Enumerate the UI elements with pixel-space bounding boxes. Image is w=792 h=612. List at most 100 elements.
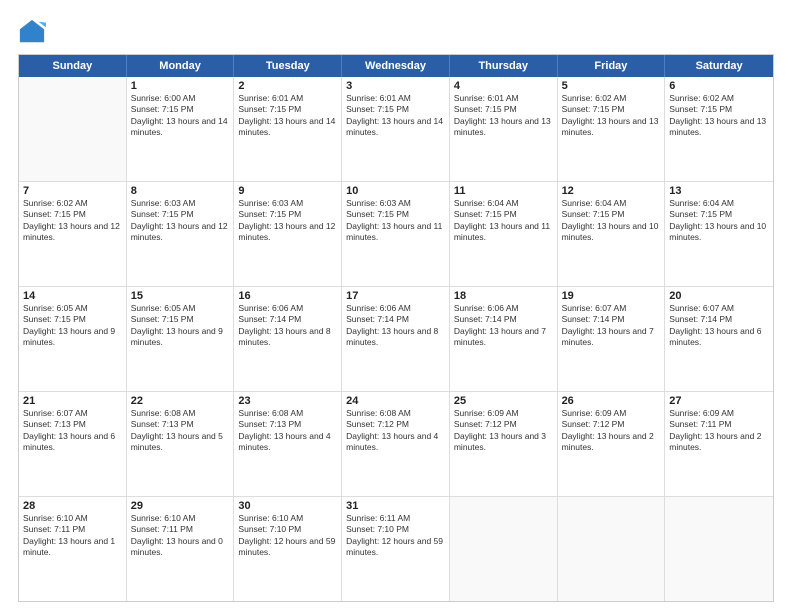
cal-cell-r1c0: 7Sunrise: 6:02 AM Sunset: 7:15 PM Daylig… [19, 182, 127, 286]
day-number: 11 [454, 185, 553, 197]
cell-info: Sunrise: 6:09 AM Sunset: 7:11 PM Dayligh… [669, 408, 769, 454]
day-number: 26 [562, 395, 661, 407]
cal-cell-r2c5: 19Sunrise: 6:07 AM Sunset: 7:14 PM Dayli… [558, 287, 666, 391]
day-number: 31 [346, 500, 445, 512]
cal-cell-r0c5: 5Sunrise: 6:02 AM Sunset: 7:15 PM Daylig… [558, 77, 666, 181]
day-number: 20 [669, 290, 769, 302]
cal-cell-r3c2: 23Sunrise: 6:08 AM Sunset: 7:13 PM Dayli… [234, 392, 342, 496]
cell-info: Sunrise: 6:10 AM Sunset: 7:10 PM Dayligh… [238, 513, 337, 559]
day-number: 10 [346, 185, 445, 197]
cal-cell-r1c5: 12Sunrise: 6:04 AM Sunset: 7:15 PM Dayli… [558, 182, 666, 286]
calendar: SundayMondayTuesdayWednesdayThursdayFrid… [18, 54, 774, 602]
day-number: 9 [238, 185, 337, 197]
day-number: 7 [23, 185, 122, 197]
day-number: 22 [131, 395, 230, 407]
day-number: 29 [131, 500, 230, 512]
cell-info: Sunrise: 6:11 AM Sunset: 7:10 PM Dayligh… [346, 513, 445, 559]
cal-cell-r4c1: 29Sunrise: 6:10 AM Sunset: 7:11 PM Dayli… [127, 497, 235, 601]
logo-icon [18, 18, 46, 46]
cell-info: Sunrise: 6:01 AM Sunset: 7:15 PM Dayligh… [346, 93, 445, 139]
cal-cell-r4c2: 30Sunrise: 6:10 AM Sunset: 7:10 PM Dayli… [234, 497, 342, 601]
header-day-sunday: Sunday [19, 55, 127, 77]
cal-cell-r0c2: 2Sunrise: 6:01 AM Sunset: 7:15 PM Daylig… [234, 77, 342, 181]
header-day-monday: Monday [127, 55, 235, 77]
cal-cell-r0c1: 1Sunrise: 6:00 AM Sunset: 7:15 PM Daylig… [127, 77, 235, 181]
header-day-saturday: Saturday [665, 55, 773, 77]
cal-cell-r4c6 [665, 497, 773, 601]
page: SundayMondayTuesdayWednesdayThursdayFrid… [0, 0, 792, 612]
cell-info: Sunrise: 6:01 AM Sunset: 7:15 PM Dayligh… [454, 93, 553, 139]
cell-info: Sunrise: 6:06 AM Sunset: 7:14 PM Dayligh… [238, 303, 337, 349]
cal-cell-r2c1: 15Sunrise: 6:05 AM Sunset: 7:15 PM Dayli… [127, 287, 235, 391]
cell-info: Sunrise: 6:07 AM Sunset: 7:13 PM Dayligh… [23, 408, 122, 454]
calendar-row-4: 28Sunrise: 6:10 AM Sunset: 7:11 PM Dayli… [19, 497, 773, 601]
day-number: 3 [346, 80, 445, 92]
cell-info: Sunrise: 6:04 AM Sunset: 7:15 PM Dayligh… [669, 198, 769, 244]
cell-info: Sunrise: 6:05 AM Sunset: 7:15 PM Dayligh… [23, 303, 122, 349]
day-number: 27 [669, 395, 769, 407]
cal-cell-r0c4: 4Sunrise: 6:01 AM Sunset: 7:15 PM Daylig… [450, 77, 558, 181]
cal-cell-r1c3: 10Sunrise: 6:03 AM Sunset: 7:15 PM Dayli… [342, 182, 450, 286]
cell-info: Sunrise: 6:01 AM Sunset: 7:15 PM Dayligh… [238, 93, 337, 139]
calendar-row-2: 14Sunrise: 6:05 AM Sunset: 7:15 PM Dayli… [19, 287, 773, 392]
cell-info: Sunrise: 6:02 AM Sunset: 7:15 PM Dayligh… [23, 198, 122, 244]
calendar-row-1: 7Sunrise: 6:02 AM Sunset: 7:15 PM Daylig… [19, 182, 773, 287]
day-number: 24 [346, 395, 445, 407]
cal-cell-r2c3: 17Sunrise: 6:06 AM Sunset: 7:14 PM Dayli… [342, 287, 450, 391]
cal-cell-r3c3: 24Sunrise: 6:08 AM Sunset: 7:12 PM Dayli… [342, 392, 450, 496]
cal-cell-r0c0 [19, 77, 127, 181]
cal-cell-r2c4: 18Sunrise: 6:06 AM Sunset: 7:14 PM Dayli… [450, 287, 558, 391]
day-number: 30 [238, 500, 337, 512]
cell-info: Sunrise: 6:03 AM Sunset: 7:15 PM Dayligh… [238, 198, 337, 244]
header-day-wednesday: Wednesday [342, 55, 450, 77]
cal-cell-r4c0: 28Sunrise: 6:10 AM Sunset: 7:11 PM Dayli… [19, 497, 127, 601]
day-number: 17 [346, 290, 445, 302]
day-number: 8 [131, 185, 230, 197]
cal-cell-r3c4: 25Sunrise: 6:09 AM Sunset: 7:12 PM Dayli… [450, 392, 558, 496]
cell-info: Sunrise: 6:02 AM Sunset: 7:15 PM Dayligh… [562, 93, 661, 139]
cal-cell-r1c1: 8Sunrise: 6:03 AM Sunset: 7:15 PM Daylig… [127, 182, 235, 286]
day-number: 5 [562, 80, 661, 92]
day-number: 13 [669, 185, 769, 197]
cell-info: Sunrise: 6:06 AM Sunset: 7:14 PM Dayligh… [454, 303, 553, 349]
cell-info: Sunrise: 6:04 AM Sunset: 7:15 PM Dayligh… [562, 198, 661, 244]
cell-info: Sunrise: 6:03 AM Sunset: 7:15 PM Dayligh… [131, 198, 230, 244]
cell-info: Sunrise: 6:08 AM Sunset: 7:12 PM Dayligh… [346, 408, 445, 454]
header-day-thursday: Thursday [450, 55, 558, 77]
calendar-row-0: 1Sunrise: 6:00 AM Sunset: 7:15 PM Daylig… [19, 77, 773, 182]
day-number: 18 [454, 290, 553, 302]
cell-info: Sunrise: 6:02 AM Sunset: 7:15 PM Dayligh… [669, 93, 769, 139]
cal-cell-r3c0: 21Sunrise: 6:07 AM Sunset: 7:13 PM Dayli… [19, 392, 127, 496]
cal-cell-r0c6: 6Sunrise: 6:02 AM Sunset: 7:15 PM Daylig… [665, 77, 773, 181]
day-number: 23 [238, 395, 337, 407]
day-number: 16 [238, 290, 337, 302]
day-number: 25 [454, 395, 553, 407]
day-number: 12 [562, 185, 661, 197]
cell-info: Sunrise: 6:06 AM Sunset: 7:14 PM Dayligh… [346, 303, 445, 349]
cell-info: Sunrise: 6:09 AM Sunset: 7:12 PM Dayligh… [562, 408, 661, 454]
cell-info: Sunrise: 6:08 AM Sunset: 7:13 PM Dayligh… [238, 408, 337, 454]
cell-info: Sunrise: 6:09 AM Sunset: 7:12 PM Dayligh… [454, 408, 553, 454]
header-day-tuesday: Tuesday [234, 55, 342, 77]
cal-cell-r3c5: 26Sunrise: 6:09 AM Sunset: 7:12 PM Dayli… [558, 392, 666, 496]
calendar-body: 1Sunrise: 6:00 AM Sunset: 7:15 PM Daylig… [19, 77, 773, 601]
cell-info: Sunrise: 6:10 AM Sunset: 7:11 PM Dayligh… [23, 513, 122, 559]
header [18, 18, 774, 46]
day-number: 2 [238, 80, 337, 92]
cell-info: Sunrise: 6:07 AM Sunset: 7:14 PM Dayligh… [669, 303, 769, 349]
day-number: 19 [562, 290, 661, 302]
cal-cell-r1c2: 9Sunrise: 6:03 AM Sunset: 7:15 PM Daylig… [234, 182, 342, 286]
cal-cell-r4c4 [450, 497, 558, 601]
cell-info: Sunrise: 6:04 AM Sunset: 7:15 PM Dayligh… [454, 198, 553, 244]
header-day-friday: Friday [558, 55, 666, 77]
cal-cell-r2c6: 20Sunrise: 6:07 AM Sunset: 7:14 PM Dayli… [665, 287, 773, 391]
day-number: 28 [23, 500, 122, 512]
day-number: 14 [23, 290, 122, 302]
cell-info: Sunrise: 6:08 AM Sunset: 7:13 PM Dayligh… [131, 408, 230, 454]
cell-info: Sunrise: 6:05 AM Sunset: 7:15 PM Dayligh… [131, 303, 230, 349]
cal-cell-r4c3: 31Sunrise: 6:11 AM Sunset: 7:10 PM Dayli… [342, 497, 450, 601]
cell-info: Sunrise: 6:03 AM Sunset: 7:15 PM Dayligh… [346, 198, 445, 244]
logo [18, 18, 50, 46]
day-number: 4 [454, 80, 553, 92]
day-number: 6 [669, 80, 769, 92]
